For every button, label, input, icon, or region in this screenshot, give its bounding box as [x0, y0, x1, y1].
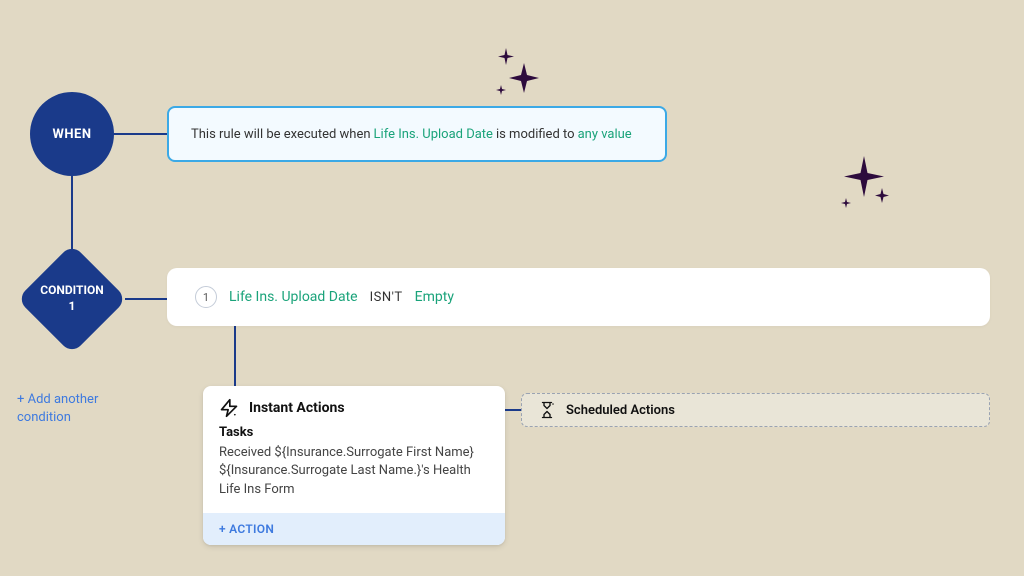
- when-value[interactable]: any value: [578, 127, 632, 142]
- when-trigger-box[interactable]: This rule will be executed when Life Ins…: [167, 106, 667, 162]
- when-label: WHEN: [52, 127, 91, 142]
- when-text-mid: is modified to: [496, 127, 575, 142]
- scheduled-actions-card[interactable]: Scheduled Actions: [521, 393, 990, 427]
- instant-actions-body: Tasks Received ${Insurance.Surrogate Fir…: [203, 424, 505, 513]
- instant-actions-card[interactable]: Instant Actions Tasks Received ${Insuran…: [203, 386, 505, 545]
- scheduled-actions-title: Scheduled Actions: [566, 403, 675, 418]
- tasks-label: Tasks: [219, 424, 489, 442]
- connector-instant-to-scheduled: [505, 409, 521, 411]
- condition-field[interactable]: Life Ins. Upload Date: [229, 289, 358, 305]
- condition-operator[interactable]: ISN'T: [370, 290, 403, 305]
- connector-when-to-box: [112, 133, 167, 135]
- when-text-pre: This rule will be executed when: [191, 127, 371, 142]
- lightning-icon: [219, 398, 239, 418]
- condition-box[interactable]: 1 Life Ins. Upload Date ISN'T Empty: [167, 268, 990, 326]
- add-condition-link[interactable]: + Add another condition: [17, 391, 127, 427]
- condition-label: CONDITION 1: [40, 283, 103, 314]
- when-node[interactable]: WHEN: [30, 92, 114, 176]
- instant-actions-title: Instant Actions: [249, 400, 345, 416]
- connector-condition-to-box: [125, 298, 167, 300]
- when-field[interactable]: Life Ins. Upload Date: [374, 127, 493, 142]
- hourglass-icon: [538, 401, 556, 419]
- sparkle-icon: [484, 33, 568, 117]
- instant-actions-header: Instant Actions: [203, 386, 505, 424]
- condition-number-badge: 1: [195, 286, 217, 308]
- condition-value[interactable]: Empty: [415, 289, 454, 305]
- sparkle-icon: [822, 138, 906, 222]
- task-text: Received ${Insurance.Surrogate First Nam…: [219, 445, 474, 496]
- add-action-button[interactable]: + ACTION: [203, 513, 505, 545]
- connector-condition-down: [234, 326, 236, 388]
- condition-node[interactable]: CONDITION 1: [17, 244, 127, 354]
